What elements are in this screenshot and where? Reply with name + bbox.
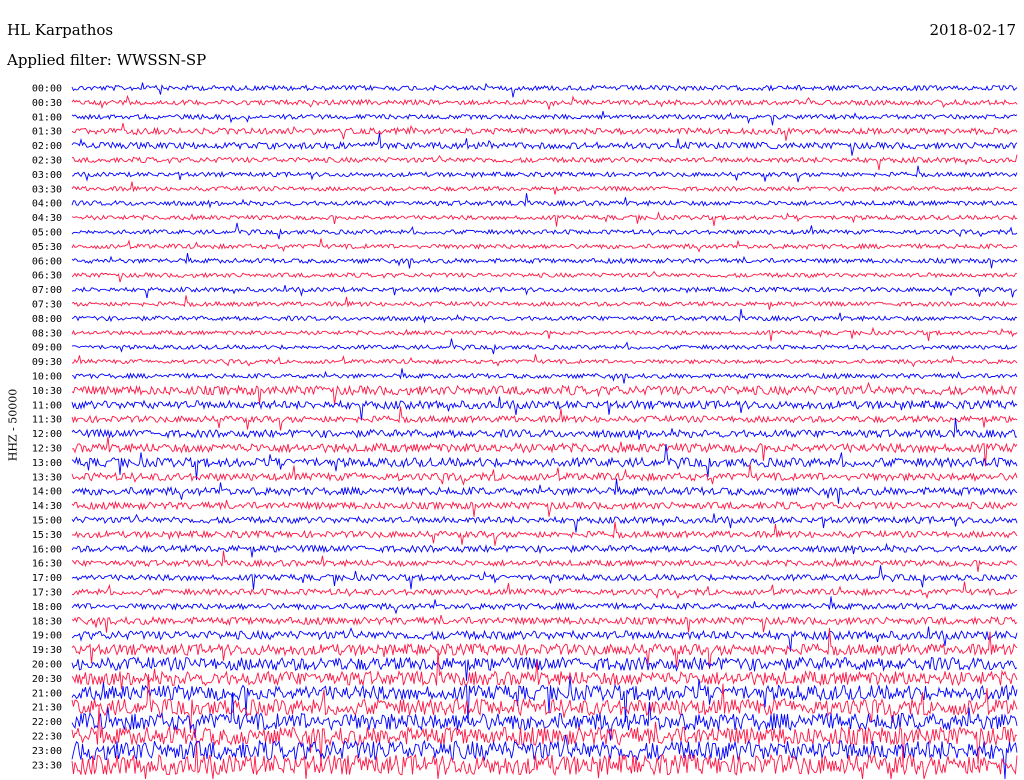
row-label: 19:30 [32,645,62,656]
trace-0530 [71,238,1018,253]
trace-0630 [71,270,1018,283]
trace-0800 [71,308,1018,324]
trace-0230 [71,154,1018,171]
row-label: 11:00 [32,400,62,411]
helicorder-plot: 00:00 00:30 01:00 01:30 02:00 02:30 03:00 03:30… [32,82,1018,780]
row-label: 00:30 [32,98,62,109]
trace-0200 [71,132,1018,156]
trace-1130 [71,406,1018,431]
row-label: 22:00 [32,717,62,728]
row-label: 13:00 [32,458,62,469]
seismic-traces [71,82,1018,780]
row-label: 03:00 [32,170,62,181]
trace-1400 [71,478,1018,504]
row-label: 10:00 [32,372,62,383]
row-label: 01:30 [32,127,62,138]
row-label: 08:00 [32,314,62,325]
trace-1030 [71,381,1018,405]
row-label: 21:30 [32,703,62,714]
row-label: 09:00 [32,343,62,354]
row-label: 09:30 [32,357,62,368]
row-label: 18:30 [32,616,62,627]
trace-1800 [71,596,1018,615]
row-label: 15:00 [32,516,62,527]
row-label: 16:30 [32,559,62,570]
row-label: 17:00 [32,573,62,584]
row-label: 10:30 [32,386,62,397]
trace-1330 [71,463,1018,486]
row-label: 01:00 [32,112,62,123]
trace-2030 [71,649,1018,690]
row-label: 06:00 [32,256,62,267]
row-label: 12:30 [32,444,62,455]
row-label: 05:00 [32,228,62,239]
row-label: 21:00 [32,688,62,699]
trace-1600 [71,542,1018,558]
trace-1500 [71,513,1018,533]
row-label: 06:30 [32,271,62,282]
trace-0330 [71,181,1018,195]
trace-0930 [72,354,1018,368]
row-label: 00:00 [32,84,62,95]
trace-0000 [71,82,1018,98]
row-label: 05:30 [32,242,62,253]
trace-1200 [71,417,1017,440]
trace-1430 [71,499,1018,517]
trace-0900 [71,338,1018,355]
row-label: 12:00 [32,429,62,440]
row-label: 22:30 [32,732,62,743]
trace-0300 [71,165,1018,183]
trace-2200 [71,692,1018,741]
row-label: 14:00 [32,487,62,498]
trace-1000 [71,368,1018,384]
row-label: 04:00 [32,199,62,210]
row-label: 17:30 [32,588,62,599]
row-label: 18:00 [32,602,62,613]
trace-0500 [71,222,1018,240]
row-label: 19:00 [32,631,62,642]
row-label: 20:30 [32,674,62,685]
row-label: 23:00 [32,746,62,757]
trace-0100 [71,110,1018,126]
row-label: 07:00 [32,285,62,296]
trace-1730 [71,581,1018,600]
row-label: 04:30 [32,213,62,224]
row-label: 02:00 [32,141,62,152]
trace-0700 [71,284,1018,299]
trace-1530 [71,521,1018,546]
trace-1830 [71,614,1018,633]
row-label: 13:30 [32,472,62,483]
row-label: 20:00 [32,660,62,671]
trace-0430 [71,211,1018,227]
row-labels: 00:00 00:30 01:00 01:30 02:00 02:30 03:00 03:30… [32,84,62,772]
trace-1700 [71,565,1018,590]
trace-0830 [71,326,1018,342]
trace-0400 [71,193,1018,209]
row-label: 14:30 [32,501,62,512]
row-label: 08:30 [32,328,62,339]
trace-1630 [71,550,1018,572]
row-label: 03:30 [32,184,62,195]
trace-0130 [71,123,1018,141]
trace-0030 [71,94,1018,110]
row-label: 16:00 [32,544,62,555]
row-label: 23:30 [32,760,62,771]
row-label: 15:30 [32,530,62,541]
trace-0600 [71,253,1018,269]
row-label: 07:30 [32,300,62,311]
row-label: 02:30 [32,156,62,167]
trace-0730 [71,295,1018,310]
row-label: 11:30 [32,415,62,426]
